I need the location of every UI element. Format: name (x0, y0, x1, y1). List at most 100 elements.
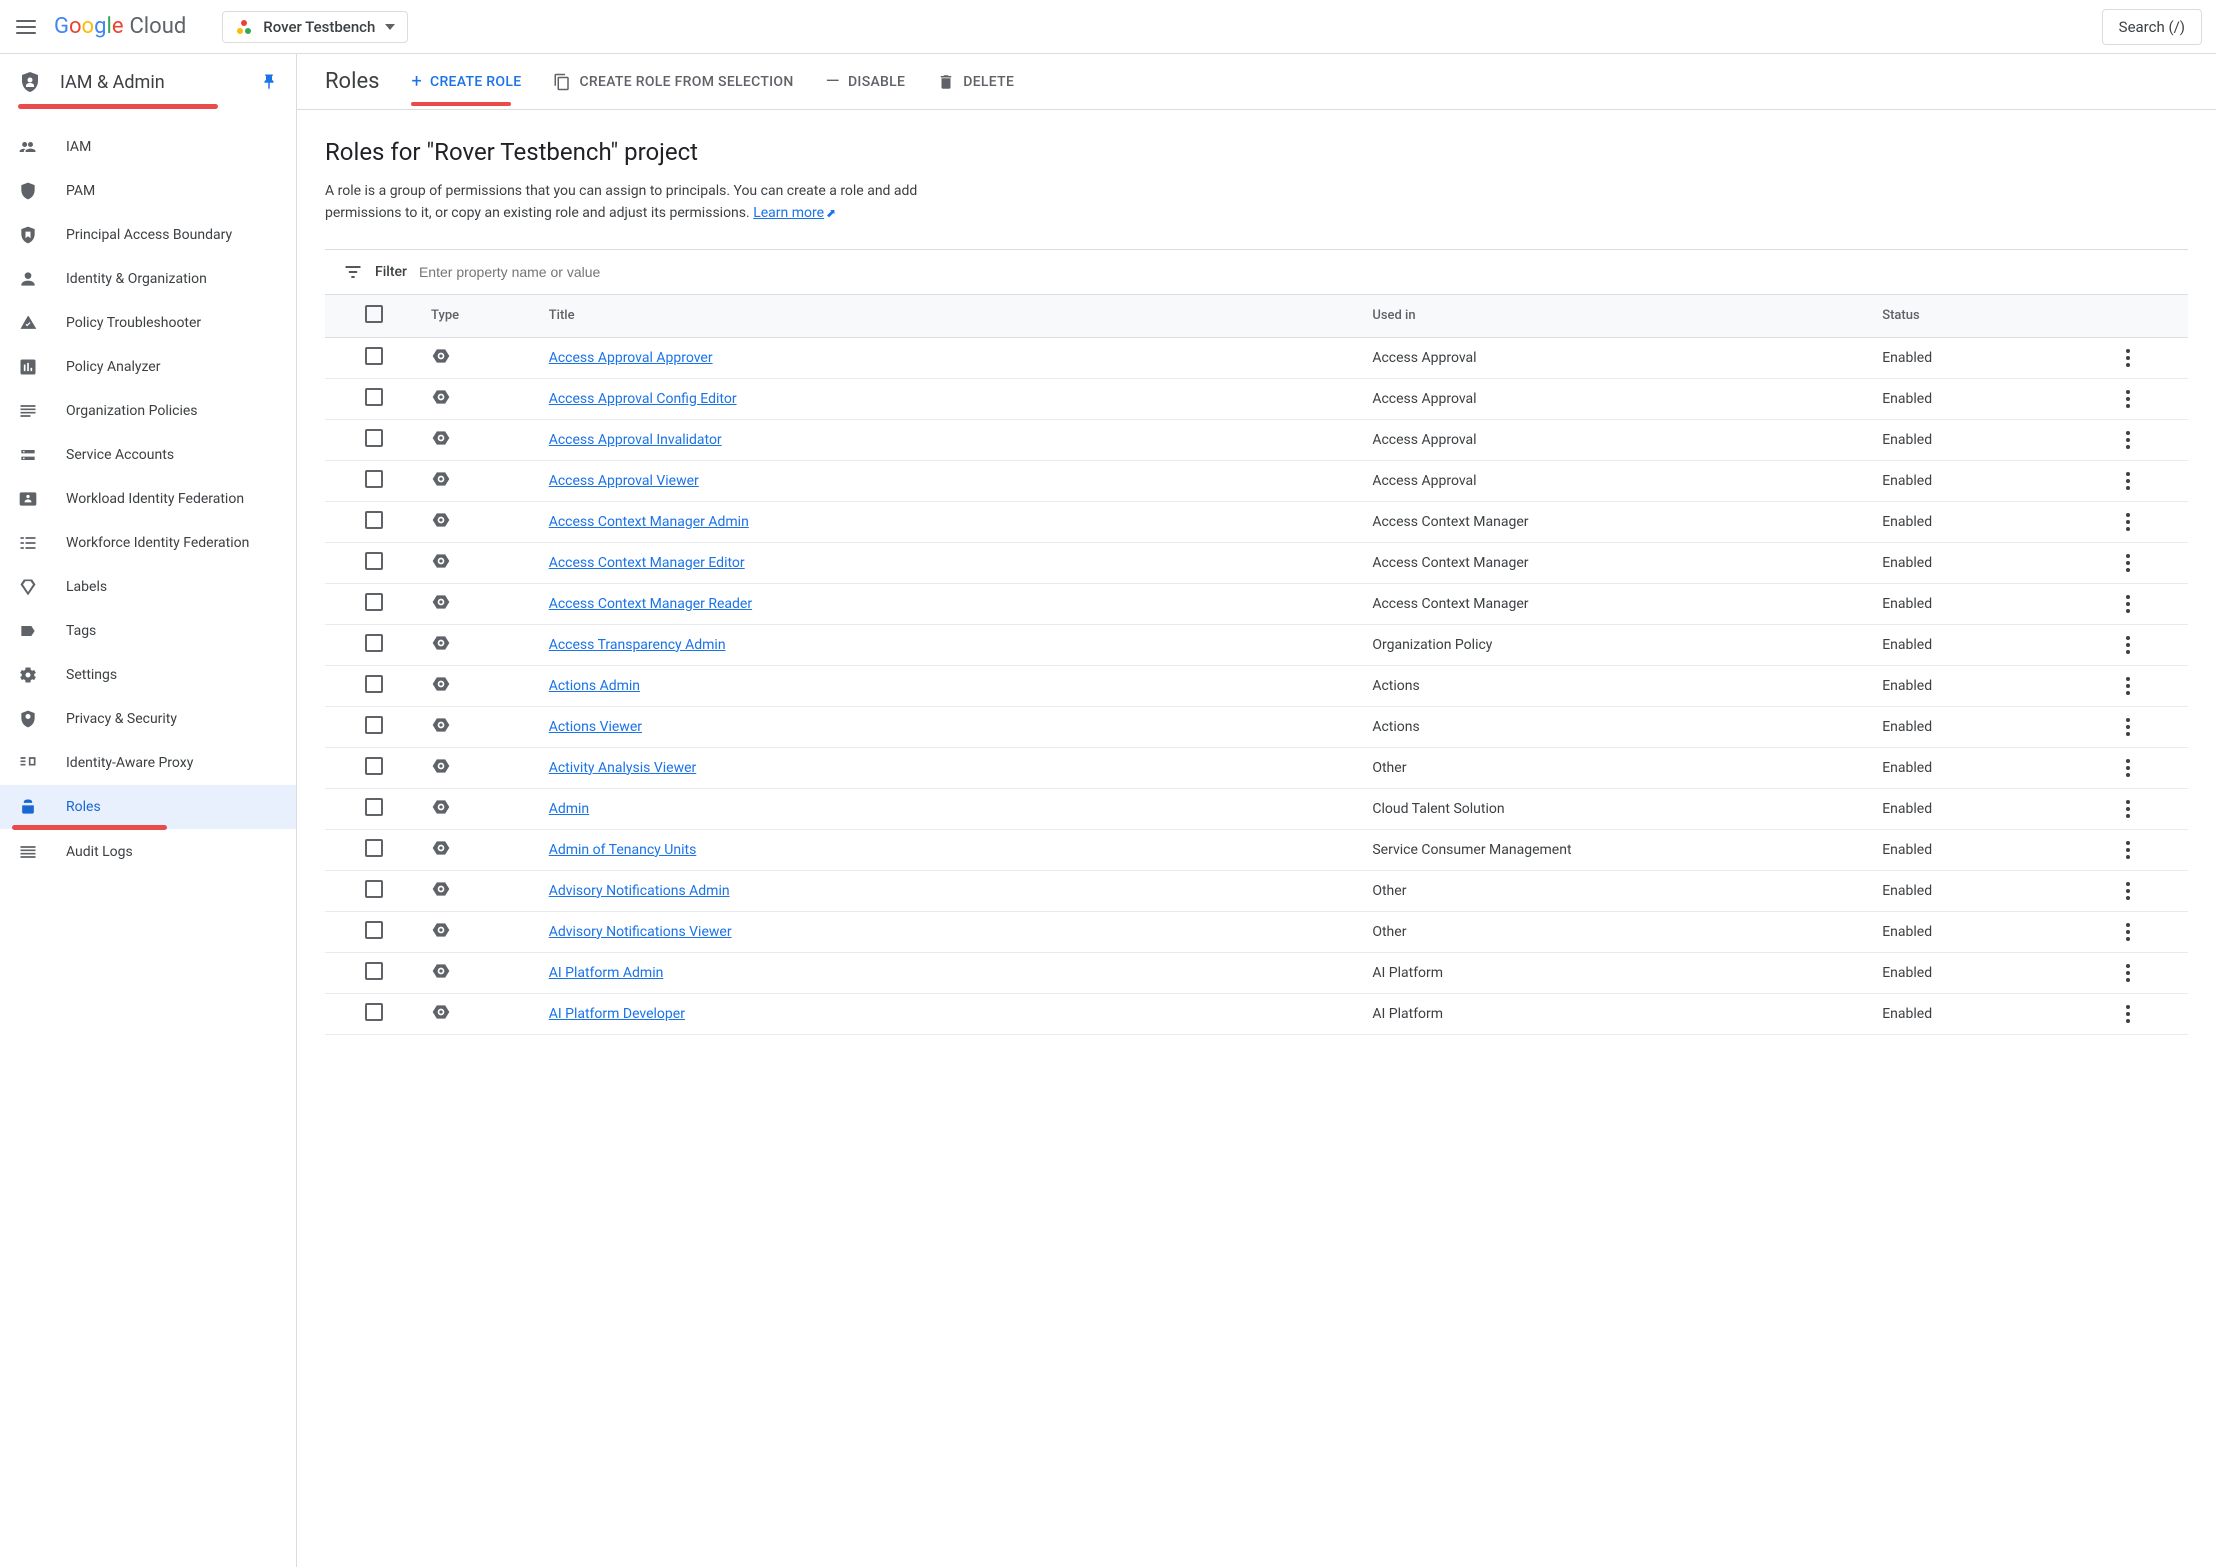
more-actions-icon[interactable] (2118, 1005, 2138, 1023)
role-title-link[interactable]: Access Approval Approver (549, 350, 713, 366)
sidebar-item-identity-organization[interactable]: Identity & Organization (0, 257, 296, 301)
nav-icon (18, 753, 38, 773)
header-used-in[interactable]: Used in (1364, 294, 1874, 337)
role-status: Enabled (1874, 378, 2109, 419)
role-used-in: Other (1364, 870, 1874, 911)
role-title-link[interactable]: Access Approval Viewer (549, 473, 699, 489)
menu-icon[interactable] (14, 15, 38, 39)
row-checkbox[interactable] (365, 716, 383, 734)
role-title-link[interactable]: AI Platform Developer (549, 1006, 685, 1022)
more-actions-icon[interactable] (2118, 472, 2138, 490)
header-type[interactable]: Type (423, 294, 541, 337)
sidebar-item-workload-identity-federation[interactable]: Workload Identity Federation (0, 477, 296, 521)
select-all-checkbox[interactable] (365, 305, 383, 323)
create-from-selection-button[interactable]: CREATE ROLE FROM SELECTION (553, 73, 793, 91)
role-used-in: Organization Policy (1364, 624, 1874, 665)
sidebar-item-roles[interactable]: Roles (0, 785, 296, 829)
search-button[interactable]: Search (/) (2102, 9, 2202, 45)
sidebar-item-label: Identity-Aware Proxy (66, 755, 193, 771)
row-checkbox[interactable] (365, 347, 383, 365)
role-title-link[interactable]: Admin of Tenancy Units (549, 842, 697, 858)
more-actions-icon[interactable] (2118, 554, 2138, 572)
more-actions-icon[interactable] (2118, 431, 2138, 449)
row-checkbox[interactable] (365, 757, 383, 775)
role-title-link[interactable]: Access Context Manager Editor (549, 555, 745, 571)
role-title-link[interactable]: Access Transparency Admin (549, 637, 726, 653)
role-title-link[interactable]: Advisory Notifications Viewer (549, 924, 732, 940)
row-checkbox[interactable] (365, 880, 383, 898)
sidebar-item-audit-logs[interactable]: Audit Logs (0, 830, 296, 874)
row-checkbox[interactable] (365, 388, 383, 406)
role-title-link[interactable]: AI Platform Admin (549, 965, 664, 981)
more-actions-icon[interactable] (2118, 636, 2138, 654)
more-actions-icon[interactable] (2118, 718, 2138, 736)
header-status[interactable]: Status (1874, 294, 2109, 337)
more-actions-icon[interactable] (2118, 841, 2138, 859)
row-checkbox[interactable] (365, 798, 383, 816)
sidebar-item-policy-analyzer[interactable]: Policy Analyzer (0, 345, 296, 389)
shield-icon (18, 70, 42, 94)
sidebar-item-principal-access-boundary[interactable]: Principal Access Boundary (0, 213, 296, 257)
role-title-link[interactable]: Access Approval Invalidator (549, 432, 722, 448)
row-checkbox[interactable] (365, 1003, 383, 1021)
more-actions-icon[interactable] (2118, 349, 2138, 367)
sidebar-item-service-accounts[interactable]: Service Accounts (0, 433, 296, 477)
more-actions-icon[interactable] (2118, 390, 2138, 408)
role-title-link[interactable]: Advisory Notifications Admin (549, 883, 730, 899)
sidebar-item-iam[interactable]: IAM (0, 125, 296, 169)
pin-icon[interactable] (260, 73, 278, 91)
more-actions-icon[interactable] (2118, 800, 2138, 818)
role-title-link[interactable]: Actions Viewer (549, 719, 642, 735)
row-checkbox[interactable] (365, 962, 383, 980)
role-title-link[interactable]: Activity Analysis Viewer (549, 760, 697, 776)
row-checkbox[interactable] (365, 634, 383, 652)
sidebar-item-identity-aware-proxy[interactable]: Identity-Aware Proxy (0, 741, 296, 785)
filter-input[interactable] (419, 264, 2170, 280)
more-actions-icon[interactable] (2118, 677, 2138, 695)
role-title-link[interactable]: Access Context Manager Reader (549, 596, 752, 612)
learn-more-link[interactable]: Learn more (753, 205, 824, 221)
header-title[interactable]: Title (541, 294, 1365, 337)
sidebar-item-labels[interactable]: Labels (0, 565, 296, 609)
row-checkbox[interactable] (365, 593, 383, 611)
row-checkbox[interactable] (365, 921, 383, 939)
disable-button[interactable]: — DISABLE (826, 71, 906, 92)
project-picker[interactable]: Rover Testbench (222, 11, 408, 43)
role-title-link[interactable]: Admin (549, 801, 589, 817)
sidebar-item-policy-troubleshooter[interactable]: Policy Troubleshooter (0, 301, 296, 345)
more-actions-icon[interactable] (2118, 923, 2138, 941)
row-checkbox[interactable] (365, 511, 383, 529)
sidebar-item-pam[interactable]: PAM (0, 169, 296, 213)
role-used-in: Access Context Manager (1364, 501, 1874, 542)
table-row: Access Approval Config EditorAccess Appr… (325, 378, 2188, 419)
more-actions-icon[interactable] (2118, 513, 2138, 531)
row-checkbox[interactable] (365, 429, 383, 447)
sidebar-item-settings[interactable]: Settings (0, 653, 296, 697)
create-role-button[interactable]: + CREATE ROLE (411, 71, 521, 92)
filter-icon[interactable] (343, 262, 363, 282)
more-actions-icon[interactable] (2118, 595, 2138, 613)
delete-button[interactable]: DELETE (937, 73, 1014, 91)
row-checkbox[interactable] (365, 675, 383, 693)
more-actions-icon[interactable] (2118, 882, 2138, 900)
row-checkbox[interactable] (365, 839, 383, 857)
nav-icon (18, 621, 38, 641)
role-title-link[interactable]: Access Context Manager Admin (549, 514, 749, 530)
sidebar-item-workforce-identity-federation[interactable]: Workforce Identity Federation (0, 521, 296, 565)
google-cloud-logo[interactable]: Google Cloud (54, 14, 186, 39)
nav-icon (18, 269, 38, 289)
more-actions-icon[interactable] (2118, 759, 2138, 777)
row-checkbox[interactable] (365, 470, 383, 488)
row-checkbox[interactable] (365, 552, 383, 570)
more-actions-icon[interactable] (2118, 964, 2138, 982)
role-type-icon (431, 633, 451, 653)
role-title-link[interactable]: Access Approval Config Editor (549, 391, 737, 407)
role-type-icon (431, 920, 451, 940)
filter-bar: Filter (325, 249, 2188, 294)
sidebar-item-organization-policies[interactable]: Organization Policies (0, 389, 296, 433)
role-title-link[interactable]: Actions Admin (549, 678, 640, 694)
page-description: A role is a group of permissions that yo… (325, 180, 935, 225)
nav-icon (18, 842, 38, 862)
sidebar-item-privacy-security[interactable]: Privacy & Security (0, 697, 296, 741)
sidebar-item-tags[interactable]: Tags (0, 609, 296, 653)
